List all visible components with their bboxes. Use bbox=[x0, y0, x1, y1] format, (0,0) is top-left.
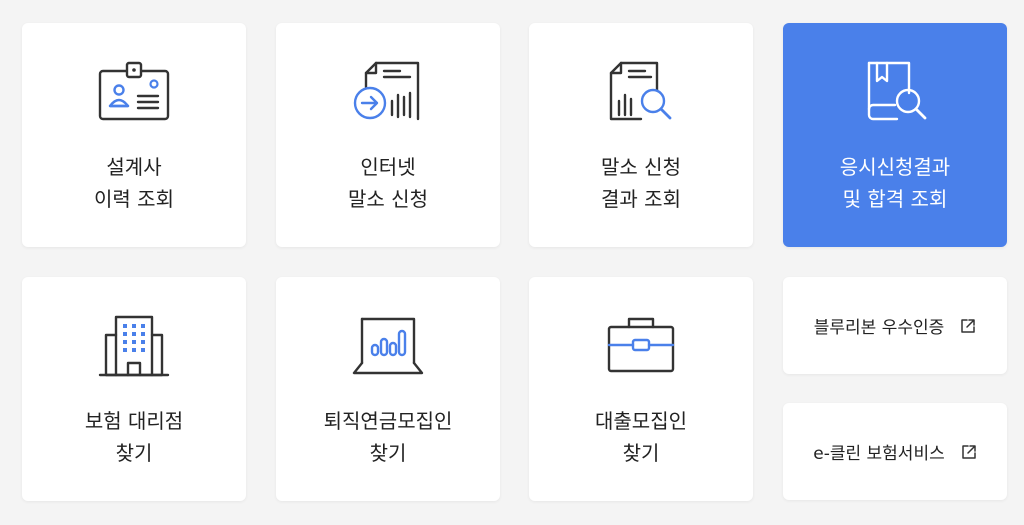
tile-find-pension-agent[interactable]: 퇴직연금모집인 찾기 bbox=[276, 277, 500, 501]
link-e-clean-insurance[interactable]: e-클린 보험서비스 bbox=[783, 403, 1007, 500]
tile-label-line1: 설계사 bbox=[106, 155, 162, 179]
link-label: e-클린 보험서비스 bbox=[813, 444, 945, 464]
building-icon bbox=[94, 311, 174, 381]
document-search-icon bbox=[601, 57, 681, 127]
tile-label-line1: 대출모집인 bbox=[595, 409, 687, 433]
tile-label-line1: 퇴직연금모집인 bbox=[323, 409, 453, 433]
tile-label-line1: 응시신청결과 bbox=[839, 155, 951, 179]
tile-designer-history[interactable]: 설계사 이력 조회 bbox=[22, 23, 246, 247]
tile-label-line2: 찾기 bbox=[115, 441, 153, 465]
tile-internet-cancel-request[interactable]: 인터넷 말소 신청 bbox=[276, 23, 500, 247]
tile-label-line2: 이력 조회 bbox=[94, 187, 174, 211]
laptop-chart-icon bbox=[348, 311, 428, 381]
external-link-icon bbox=[961, 444, 977, 460]
tile-find-loan-agent[interactable]: 대출모집인 찾기 bbox=[529, 277, 753, 501]
tile-label-line1: 말소 신청 bbox=[601, 155, 681, 179]
tile-label-line1: 보험 대리점 bbox=[84, 409, 184, 433]
tile-find-agency[interactable]: 보험 대리점 찾기 bbox=[22, 277, 246, 501]
tile-cancel-result[interactable]: 말소 신청 결과 조회 bbox=[529, 23, 753, 247]
document-arrow-icon bbox=[348, 57, 428, 127]
briefcase-icon bbox=[601, 311, 681, 381]
external-link-icon bbox=[960, 318, 976, 334]
link-blue-ribbon[interactable]: 블루리본 우수인증 bbox=[783, 277, 1007, 374]
tile-label-line2: 말소 신청 bbox=[348, 187, 428, 211]
link-label: 블루리본 우수인증 bbox=[813, 318, 945, 338]
tile-label-line2: 찾기 bbox=[369, 441, 407, 465]
tile-label-line2: 찾기 bbox=[622, 441, 660, 465]
tile-label-line1: 인터넷 bbox=[360, 155, 416, 179]
tile-exam-result[interactable]: 응시신청결과 및 합격 조회 bbox=[783, 23, 1007, 247]
book-search-icon bbox=[855, 57, 935, 127]
tile-label-line2: 및 합격 조회 bbox=[842, 187, 948, 211]
id-badge-icon bbox=[94, 57, 174, 127]
tile-label-line2: 결과 조회 bbox=[601, 187, 681, 211]
